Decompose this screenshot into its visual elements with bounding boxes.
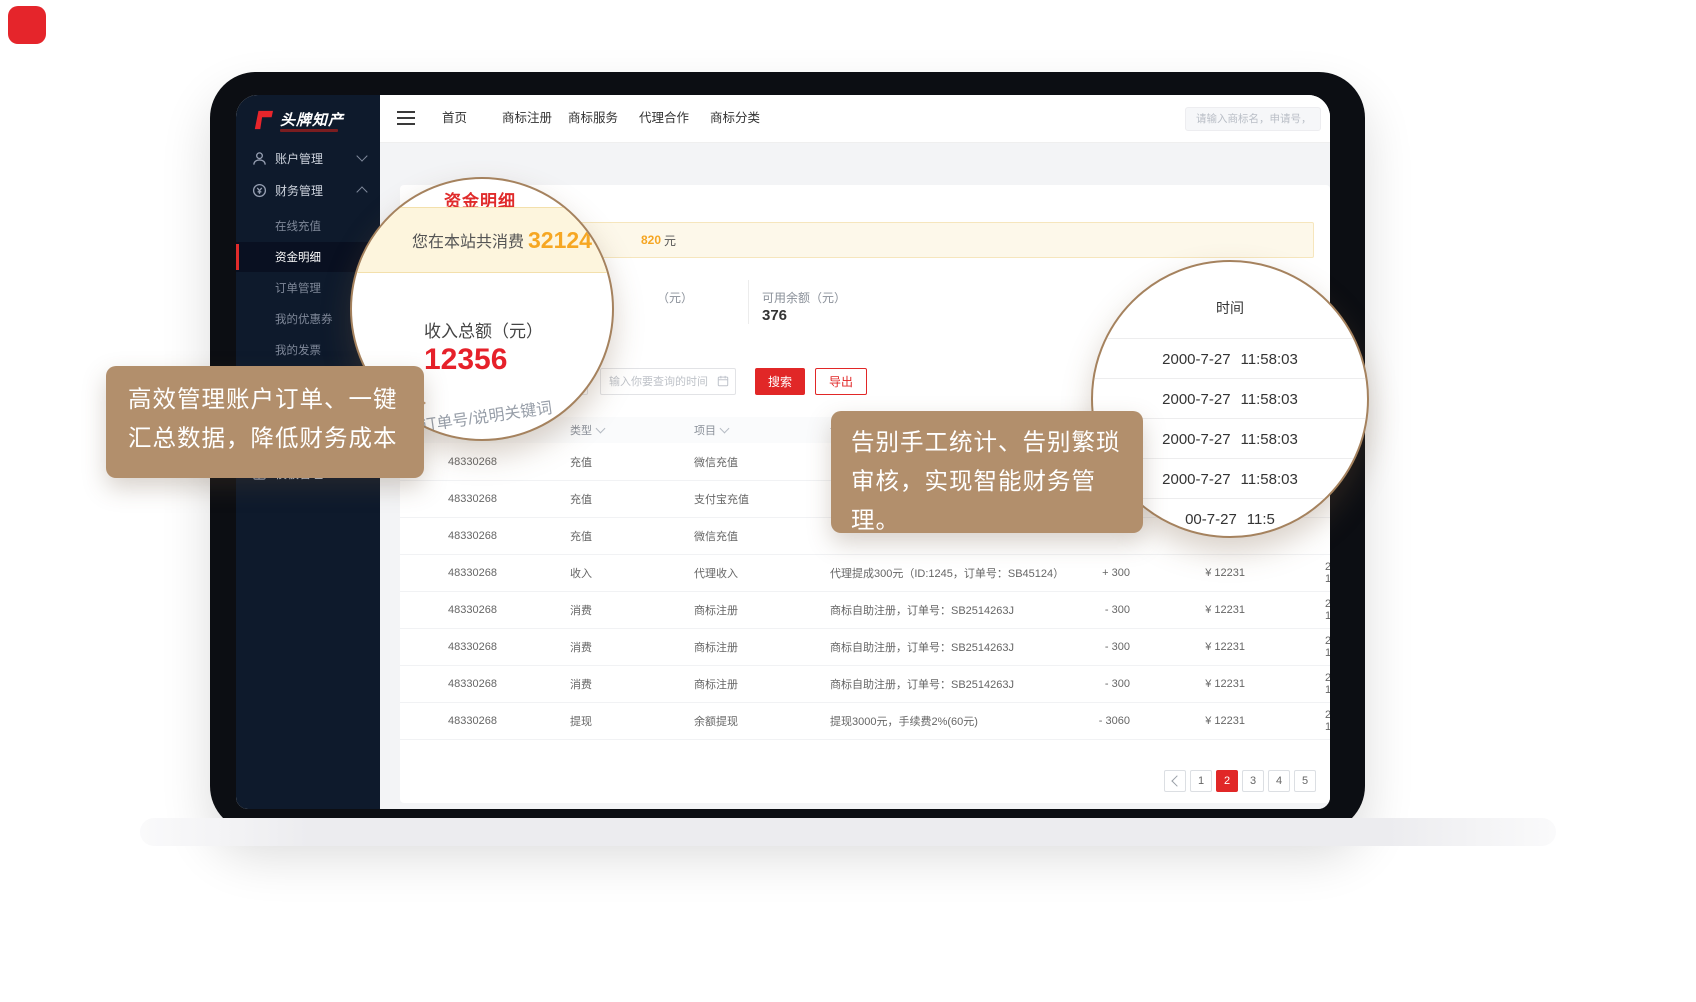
table-row: 48330268消费商标注册商标自助注册，订单号：SB2514263J- 300…: [400, 665, 1330, 703]
sidebar-item-account-management[interactable]: 账户管理: [236, 143, 380, 173]
chevron-left-icon: [1171, 775, 1182, 786]
tooltip-text: 理。: [851, 501, 1143, 540]
banner-tail: 820 元: [641, 223, 676, 257]
calendar-icon[interactable]: [717, 375, 729, 387]
brand-chip: [8, 6, 46, 44]
available-balance-label: 可用余额（元）: [762, 289, 846, 306]
lens-banner-amount: 32124: [528, 227, 592, 254]
table-row: 48330268消费商标注册商标自助注册，订单号：SB2514263J- 300…: [400, 591, 1330, 629]
column-header-project[interactable]: 项目: [694, 422, 830, 438]
hamburger-icon[interactable]: [397, 111, 415, 125]
page: 头牌知产 账户管理 财务管理 在线充值: [0, 0, 1696, 1002]
stats-divider: [748, 280, 749, 324]
pagination: 1 2 3 4 5: [1164, 770, 1316, 792]
search-input[interactable]: [1185, 107, 1321, 131]
lens-time-header: 时间: [1093, 298, 1367, 318]
nav-item-trademark-category[interactable]: 商标分类: [710, 95, 760, 142]
chevron-down-icon: [720, 424, 730, 434]
logo-subline: [280, 129, 338, 132]
page-button-3[interactable]: 3: [1242, 770, 1264, 792]
coin-icon: [252, 183, 268, 198]
nav-item-agency-cooperation[interactable]: 代理合作: [639, 95, 689, 142]
lens-keyword-placeholder: 订单号/说明关键词: [419, 394, 554, 436]
search-button[interactable]: 搜索: [755, 368, 805, 395]
chevron-down-icon: [356, 150, 367, 161]
page-button-2-active[interactable]: 2: [1216, 770, 1238, 792]
sidebar-item-finance-management[interactable]: 财务管理: [236, 175, 380, 205]
laptop-base: [140, 818, 1556, 846]
page-button-1[interactable]: 1: [1190, 770, 1212, 792]
time-query-field[interactable]: [600, 368, 736, 395]
logo: 头牌知产: [252, 109, 344, 130]
chevron-up-icon: [356, 186, 367, 197]
chevron-down-icon: [596, 424, 606, 434]
nav-item-trademark-register[interactable]: 商标注册: [502, 95, 552, 142]
lens-income-total-value: 12356: [424, 343, 507, 377]
lens-time-row: 2000-7-2711:58:03: [1093, 338, 1367, 379]
user-icon: [252, 151, 268, 166]
table-row: 48330268消费商标注册商标自助注册，订单号：SB2514263J- 300…: [400, 628, 1330, 666]
tooltip-right: 告别手工统计、告别繁琐 审核，实现智能财务管 理。: [831, 411, 1143, 533]
tooltip-text: 汇总数据，降低财务成本: [128, 419, 424, 458]
sidebar-item-label: 财务管理: [275, 182, 323, 199]
nav-item-home[interactable]: 首页: [442, 95, 467, 142]
lens-consumption-banner: 您在本站共消费 32124 元: [352, 207, 612, 273]
table-row: 48330268提现余额提现提现3000元，手续费2%(60元)- 3060¥ …: [400, 702, 1330, 740]
export-button[interactable]: 导出: [815, 368, 867, 395]
tooltip-text: 告别手工统计、告别繁琐: [851, 423, 1143, 462]
time-query-input[interactable]: [600, 368, 736, 395]
page-button-4[interactable]: 4: [1268, 770, 1290, 792]
top-navbar: 首页 商标注册 商标服务 代理合作 商标分类: [380, 95, 1330, 143]
banner-tail-unit: 元: [664, 232, 676, 249]
page-button-5[interactable]: 5: [1294, 770, 1316, 792]
lens-income-total-label: 收入总额（元）: [424, 317, 543, 342]
tooltip-left: 高效管理账户订单、一键 汇总数据，降低财务成本: [106, 366, 424, 478]
lens-banner-prefix: 您在本站共消费: [412, 228, 524, 252]
column-header-type[interactable]: 类型: [570, 422, 694, 438]
flag-icon: [252, 110, 274, 130]
table-row: 48330268收入代理收入代理提成300元（ID:1245，订单号：SB451…: [400, 554, 1330, 592]
available-balance-value: 376: [762, 307, 787, 324]
tooltip-text: 审核，实现智能财务管: [851, 462, 1143, 501]
logo-text: 头牌知产: [280, 109, 344, 130]
sidebar-item-label: 账户管理: [275, 150, 323, 167]
nav-item-trademark-services[interactable]: 商标服务: [568, 95, 618, 142]
tooltip-text: 高效管理账户订单、一键: [128, 380, 424, 419]
banner-tail-amount: 820: [641, 233, 661, 247]
expense-total-label: （元）: [657, 289, 693, 306]
prev-page-button[interactable]: [1164, 770, 1186, 792]
